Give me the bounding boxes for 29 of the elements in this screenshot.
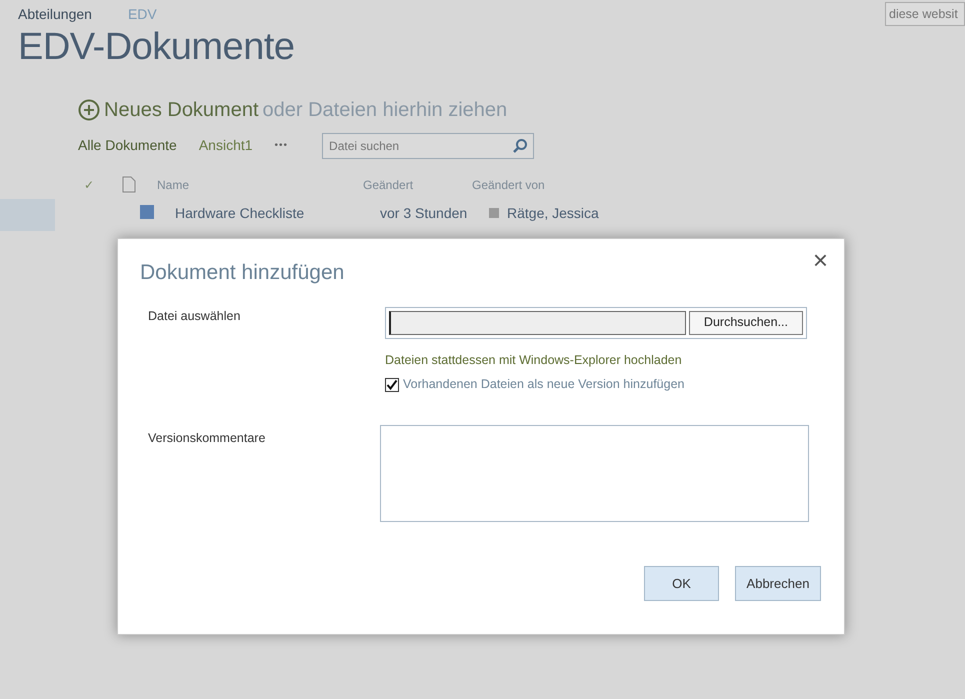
field-label: Datei auswählen: [147, 308, 242, 324]
presence-icon: [489, 208, 499, 218]
browse-button[interactable]: Durchsuchen...: [688, 310, 803, 334]
dialog-title: Dokument hinzufügen: [140, 260, 344, 286]
cancel-button[interactable]: Abbrechen: [735, 566, 821, 601]
modified-by-cell-text: Rätge, Jessica: [507, 204, 599, 223]
site-search-field[interactable]: diese websit: [885, 2, 965, 26]
modified-cell-text: vor 3 Stunden: [380, 204, 468, 223]
plus-circle-icon[interactable]: [78, 98, 100, 121]
drag-hint: oder Dateien hierhin ziehen: [262, 98, 508, 123]
view-tab[interactable]: Alle Dokumente: [78, 135, 177, 156]
comments-field[interactable]: [380, 425, 809, 522]
breadcrumb-link[interactable]: Abteilungen: [18, 4, 92, 25]
checkbox[interactable]: [385, 378, 399, 392]
checkbox-label: Vorhandenen Dateien als neue Version hinzufügen: [403, 376, 684, 394]
file-search-field[interactable]: Datei suchen: [322, 132, 534, 159]
explorer-upload-link[interactable]: Dateien stattdessen mit Windows-Explorer hochladen: [385, 352, 682, 366]
field-label: Versionskommentare: [147, 430, 266, 447]
check-icon: ✓: [84, 176, 122, 194]
file-name-link[interactable]: Hardware Checkliste: [175, 202, 380, 224]
file-picker[interactable]: Durchsuchen...: [385, 306, 807, 338]
ok-button[interactable]: OK: [644, 566, 719, 601]
page-title: EDV-Dokumente: [18, 25, 296, 70]
document-icon: [122, 176, 136, 194]
more-button[interactable]: •••: [274, 138, 288, 154]
close-button[interactable]: ×: [810, 247, 830, 273]
new-document-link[interactable]: Neues Dokument: [104, 94, 259, 125]
view-tab[interactable]: Ansicht1: [198, 135, 253, 156]
search-icon[interactable]: [512, 138, 528, 154]
